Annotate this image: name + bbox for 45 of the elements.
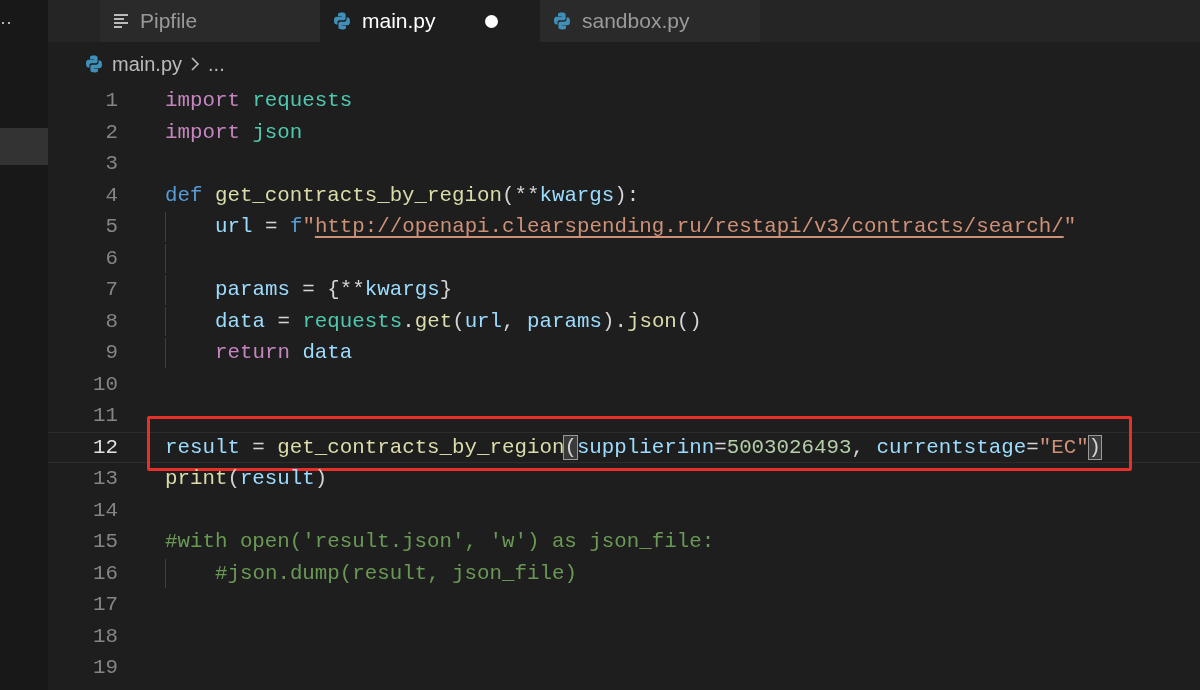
chevron-right-icon: [190, 55, 201, 72]
line-number: 7: [104, 277, 118, 304]
line-number: 10: [92, 371, 118, 398]
editor-tab[interactable]: Pipfile: [100, 0, 320, 42]
line-number: 9: [104, 340, 118, 367]
line-number: 1: [104, 88, 118, 115]
code-line: #with open('result.json', 'w') as json_file:: [165, 529, 715, 556]
code-line: #json.dump(result, json_file): [215, 560, 577, 587]
code-line: import requests: [165, 88, 353, 115]
code-line: data = requests.get(url, params).json(): [215, 308, 702, 335]
tab-label: main.py: [362, 8, 436, 35]
code-line: result = get_contracts_by_region(supplierinn=5003026493, currentstage="EC"): [165, 434, 1102, 461]
line-number: 12: [92, 434, 118, 461]
code-line: print(result): [165, 466, 328, 493]
line-number: 18: [92, 623, 118, 650]
line-number: 11: [92, 403, 118, 430]
python-icon: [552, 11, 572, 31]
editor-tab[interactable]: sandbox.py: [540, 0, 760, 42]
line-number: 5: [104, 214, 118, 241]
line-number: 2: [104, 119, 118, 146]
sidebar-item[interactable]: [0, 128, 48, 165]
lines-icon: [112, 12, 130, 30]
python-icon: [332, 11, 352, 31]
line-number: 19: [92, 655, 118, 682]
line-number: 13: [92, 466, 118, 493]
line-number: 16: [92, 560, 118, 587]
tab-label: Pipfile: [140, 8, 198, 35]
line-number: 4: [104, 182, 118, 209]
code-line: params = {**kwargs}: [215, 277, 453, 304]
line-number: 15: [92, 529, 118, 556]
line-number: 6: [104, 245, 118, 272]
code-line: return data: [215, 340, 353, 367]
line-number: 17: [92, 592, 118, 619]
tab-label: sandbox.py: [582, 8, 690, 35]
breadcrumb-item[interactable]: main.py: [112, 48, 183, 79]
breadcrumb-item[interactable]: ...: [208, 48, 225, 79]
editor-tab[interactable]: main.py: [320, 0, 540, 42]
code-line: import json: [165, 119, 303, 146]
code-line: url = f"http://openapi.clearspending.ru/restapi/v3/contracts/search/": [215, 214, 1077, 241]
python-icon: [84, 53, 104, 74]
code-line: def get_contracts_by_region(**kwargs):: [165, 182, 640, 209]
line-number: 14: [92, 497, 118, 524]
line-number: 3: [104, 151, 118, 178]
tab-overflow[interactable]: ··: [0, 9, 12, 36]
line-number: 8: [104, 308, 118, 335]
